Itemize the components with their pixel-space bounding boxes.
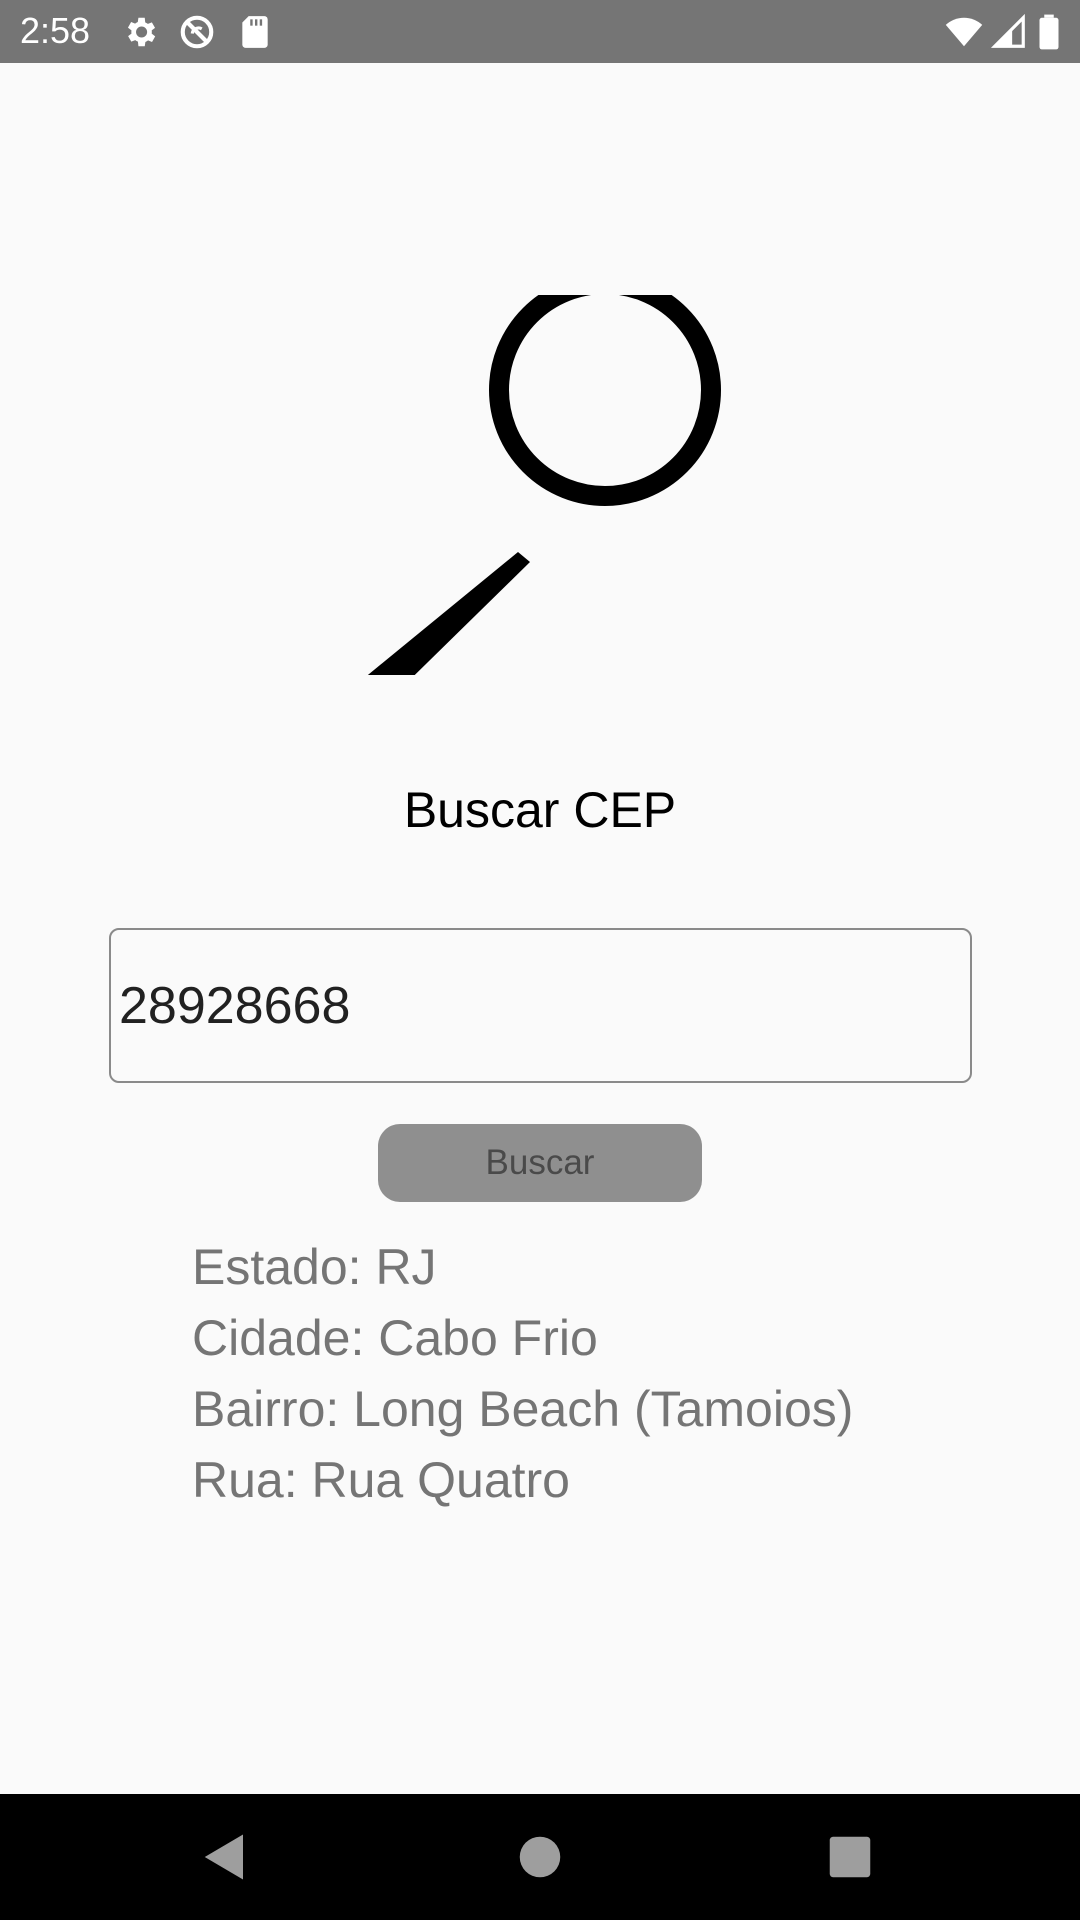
- recents-icon[interactable]: [823, 1830, 877, 1884]
- wifi-icon: [945, 17, 983, 47]
- cep-input[interactable]: [109, 928, 972, 1083]
- navigation-bar: [0, 1794, 1080, 1920]
- back-icon[interactable]: [198, 1830, 252, 1884]
- sd-card-icon: [242, 16, 268, 48]
- search-button[interactable]: Buscar: [378, 1124, 702, 1202]
- magnifying-glass-icon: [367, 295, 721, 675]
- rua-text: Rua: Rua Quatro: [192, 1452, 570, 1508]
- results: Estado: RJ Cidade: Cabo Frio Bairro: Lon…: [192, 1232, 853, 1516]
- battery-icon: [1039, 14, 1059, 50]
- home-icon[interactable]: [513, 1830, 567, 1884]
- bairro-text: Bairro: Long Beach (Tamoios): [192, 1381, 854, 1437]
- signal-icon: [990, 13, 1025, 48]
- status-time: 2:58: [20, 10, 91, 51]
- cidade-text: Cidade: Cabo Frio: [192, 1310, 598, 1366]
- page-title: Buscar CEP: [403, 782, 677, 838]
- gear-icon: [127, 17, 156, 47]
- status-bar: 2:58: [0, 0, 1080, 63]
- no-sync-icon: [180, 15, 214, 49]
- estado-text: Estado: RJ: [192, 1239, 437, 1295]
